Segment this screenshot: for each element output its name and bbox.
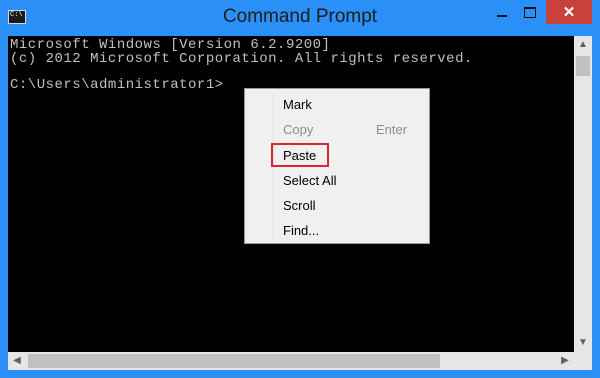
menu-item-copy[interactable]: Copy bbox=[283, 122, 313, 138]
menu-item-copy-shortcut: Enter bbox=[376, 122, 408, 137]
close-button[interactable]: ✕ bbox=[546, 0, 592, 24]
horizontal-scrollbar[interactable]: ◀ ▶ bbox=[8, 352, 574, 370]
menu-item-select-all[interactable]: Select All bbox=[283, 173, 336, 189]
minimize-button[interactable] bbox=[488, 0, 516, 24]
minimize-icon bbox=[497, 15, 507, 17]
scroll-up-icon[interactable]: ▲ bbox=[574, 36, 592, 54]
menu-item-paste[interactable]: Paste bbox=[283, 148, 316, 164]
console-prompt: C:\Users\administrator1> bbox=[10, 77, 224, 93]
console-line-copyright: (c) 2012 Microsoft Corporation. All righ… bbox=[10, 51, 473, 67]
maximize-icon bbox=[524, 6, 536, 18]
scroll-right-icon[interactable]: ▶ bbox=[556, 352, 574, 370]
menu-item-scroll[interactable]: Scroll bbox=[283, 198, 316, 214]
menu-item-mark[interactable]: Mark bbox=[283, 97, 312, 113]
menu-item-find[interactable]: Find... bbox=[283, 223, 319, 239]
context-menu: Mark Copy Enter Paste Select All Scroll … bbox=[244, 88, 430, 244]
scroll-down-icon[interactable]: ▼ bbox=[574, 334, 592, 352]
scroll-left-icon[interactable]: ◀ bbox=[8, 352, 26, 370]
vertical-scrollbar[interactable]: ▲ ▼ bbox=[574, 36, 592, 352]
vertical-scroll-thumb[interactable] bbox=[576, 56, 590, 76]
maximize-button[interactable] bbox=[516, 0, 544, 24]
command-prompt-window: C:\ Command Prompt ✕ Microsoft Windows [… bbox=[0, 0, 600, 378]
title-bar[interactable]: C:\ Command Prompt ✕ bbox=[0, 0, 600, 36]
close-icon: ✕ bbox=[562, 4, 576, 21]
horizontal-scroll-thumb[interactable] bbox=[28, 354, 440, 368]
console-line-version: Microsoft Windows [Version 6.2.9200] bbox=[10, 37, 331, 53]
scrollbar-corner bbox=[574, 352, 592, 370]
